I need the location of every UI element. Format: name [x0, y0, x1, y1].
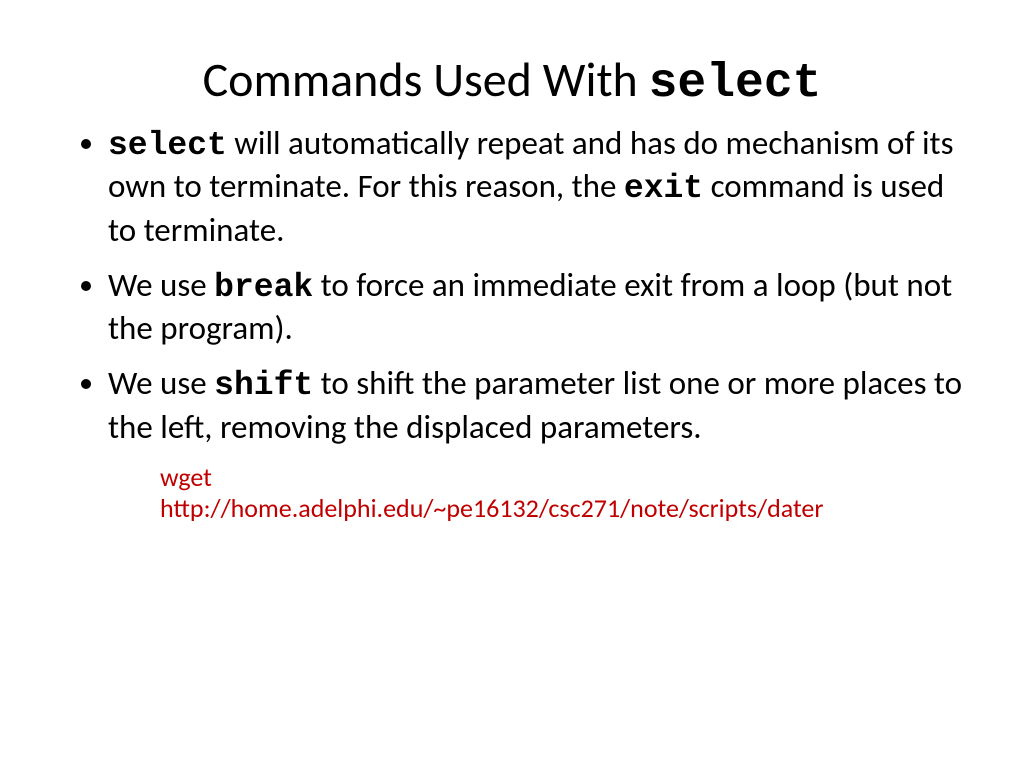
code-text: shift [214, 367, 313, 404]
list-item: We use break to force an immediate exit … [108, 265, 964, 350]
title-code: select [649, 57, 822, 111]
slide-content: Commands Used With select select will au… [0, 0, 1024, 544]
title-prefix: Commands Used With [203, 50, 649, 109]
list-item: select will automatically repeat and has… [108, 123, 964, 251]
footer-note: wget http://home.adelphi.edu/~pe16132/cs… [160, 462, 904, 524]
list-item: We use shift to shift the parameter list… [108, 363, 964, 448]
note-line2: http://home.adelphi.edu/~pe16132/csc271/… [160, 492, 823, 524]
body-text: We use [108, 363, 214, 403]
body-text: We use [108, 265, 214, 305]
code-text: select [108, 127, 227, 164]
slide-title: Commands Used With select [60, 50, 964, 111]
note-line1: wget [160, 461, 212, 493]
code-text: break [214, 269, 313, 306]
bullet-list: select will automatically repeat and has… [60, 123, 964, 448]
code-text: exit [624, 170, 703, 207]
